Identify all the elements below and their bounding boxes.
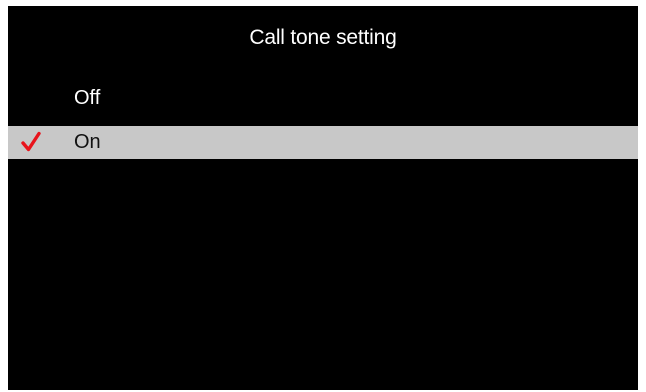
device-screen: Call tone setting Off On (8, 6, 638, 390)
checkmark-icon (21, 131, 41, 152)
screen-title: Call tone setting (249, 26, 397, 49)
option-off[interactable]: Off (8, 82, 638, 115)
option-on-label: On (74, 131, 101, 153)
option-off-label: Off (74, 87, 101, 109)
call-tone-options-list: Off On (8, 82, 638, 170)
option-on[interactable]: On (8, 126, 638, 159)
